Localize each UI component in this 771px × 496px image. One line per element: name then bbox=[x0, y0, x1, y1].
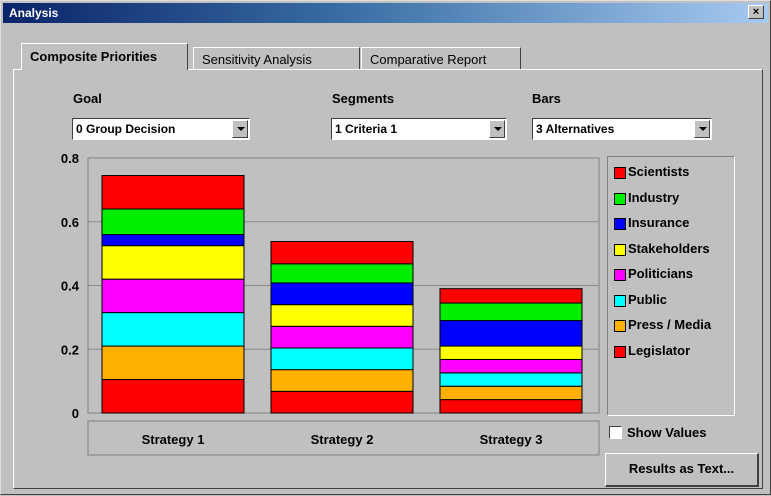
legend-swatch bbox=[614, 294, 626, 307]
bar-segment-politicians bbox=[270, 325, 414, 349]
legend-swatch bbox=[614, 243, 626, 256]
legend-label: Public bbox=[628, 291, 668, 307]
bar-segment-stakeholders bbox=[270, 304, 414, 327]
analysis-window: Analysis × Composite Priorities Sensitiv… bbox=[0, 0, 771, 495]
y-tick-label: 0 bbox=[72, 406, 79, 421]
bar-segment-scientists bbox=[270, 241, 414, 265]
bar-segment-insurance bbox=[101, 234, 245, 247]
y-tick-label: 0.2 bbox=[61, 342, 79, 357]
legend-swatch bbox=[614, 167, 626, 179]
tab-composite-priorities[interactable]: Composite Priorities bbox=[21, 43, 188, 70]
bar-segment-insurance bbox=[270, 282, 414, 306]
legend-label: Politicians bbox=[628, 266, 694, 281]
bar-segment-politicians bbox=[439, 358, 583, 374]
results-as-text-button[interactable]: Results as Text... bbox=[605, 453, 759, 487]
bar-segment-stakeholders bbox=[439, 345, 583, 360]
bar-segment-public bbox=[439, 372, 583, 387]
bar-segment-industry bbox=[439, 302, 583, 322]
chart-legend: Scientists Industry Insurance Stakeholders P… bbox=[607, 156, 735, 416]
show-values-checkbox[interactable] bbox=[609, 426, 622, 439]
legend-label: Legislator bbox=[628, 342, 691, 358]
legend-label: Scientists bbox=[628, 164, 690, 179]
y-tick-label: 0.8 bbox=[61, 151, 79, 166]
legend-label: Industry bbox=[628, 189, 680, 205]
bar-segment-industry bbox=[270, 263, 414, 284]
y-tick-label: 0.6 bbox=[61, 215, 79, 230]
bar-segment-legislator bbox=[270, 390, 414, 414]
legend-swatch bbox=[614, 269, 626, 281]
x-tick-label: Strategy 3 bbox=[480, 432, 543, 447]
bar-segment-stakeholders bbox=[101, 245, 245, 280]
x-tick-label: Strategy 1 bbox=[142, 432, 205, 447]
show-values-label: Show Values bbox=[627, 425, 707, 440]
bar-segment-scientists bbox=[439, 288, 583, 304]
legend-swatch bbox=[614, 218, 626, 230]
bar-segment-politicians bbox=[101, 278, 245, 314]
bar-segment-industry bbox=[101, 208, 245, 235]
bar-segment-legislator bbox=[101, 379, 245, 414]
bar-segment-scientists bbox=[101, 175, 245, 210]
legend-label: Press / Media bbox=[628, 317, 712, 332]
legend-label: Insurance bbox=[628, 215, 690, 230]
legend-swatch bbox=[614, 192, 626, 205]
bar-segment-public bbox=[101, 312, 245, 347]
bar-segment-press-media bbox=[439, 385, 583, 401]
y-tick-label: 0.4 bbox=[61, 279, 80, 294]
bar-segment-legislator bbox=[439, 399, 583, 414]
legend-swatch bbox=[614, 345, 626, 358]
legend-label: Stakeholders bbox=[628, 240, 710, 256]
bar-segment-press-media bbox=[270, 369, 414, 392]
bar-segment-press-media bbox=[101, 345, 245, 381]
legend-swatch bbox=[614, 320, 626, 332]
x-tick-label: Strategy 2 bbox=[311, 432, 374, 447]
bar-segment-public bbox=[270, 347, 414, 371]
bar-segment-insurance bbox=[439, 320, 583, 347]
